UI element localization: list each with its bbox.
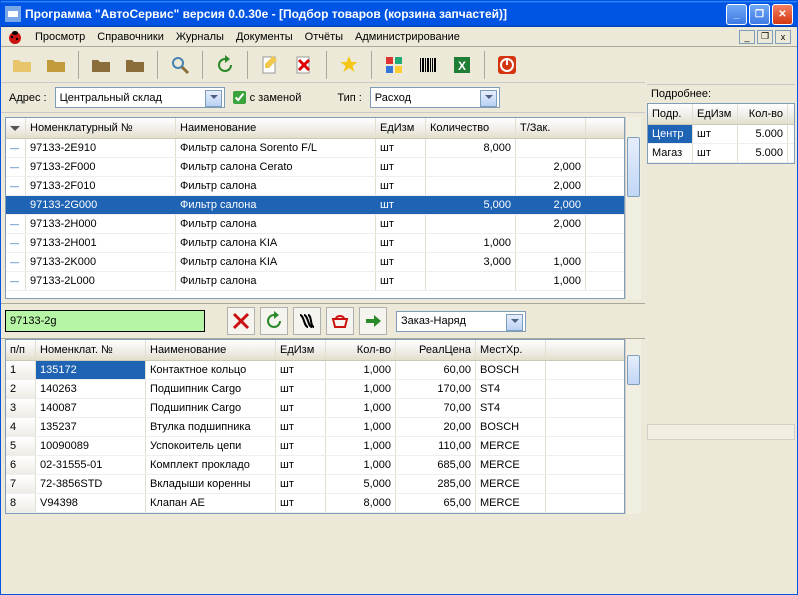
upper-scrollbar[interactable]	[625, 117, 641, 299]
close-button[interactable]: ✕	[772, 4, 793, 25]
search-input[interactable]	[5, 310, 205, 332]
table-row[interactable]: — 97133-2F000 Фильтр салона Cerato шт 2,…	[6, 158, 624, 177]
table-row[interactable]: 1 135172 Контактное кольцо шт 1,000 60,0…	[6, 361, 624, 380]
table-row[interactable]: — 97133-2L000 Фильтр салона шт 1,000	[6, 272, 624, 291]
power-button[interactable]	[492, 50, 522, 80]
doc-delete-button[interactable]	[289, 50, 319, 80]
mdi-restore-button[interactable]: ❐	[757, 30, 773, 44]
table-row[interactable]: Магаз шт 5.000	[648, 144, 794, 163]
zebra-button[interactable]	[293, 307, 321, 335]
table-row[interactable]: 7 72-3856STD Вкладыши коренны шт 5,000 2…	[6, 475, 624, 494]
menu-Справочники[interactable]: Справочники	[91, 29, 170, 45]
sort-icon	[10, 123, 20, 133]
menu-Администрирование[interactable]: Администрирование	[349, 29, 466, 45]
table-row[interactable]: 4 135237 Втулка подшипника шт 1,000 20,0…	[6, 418, 624, 437]
table-row[interactable]: 5 10090089 Успокоитель цепи шт 1,000 110…	[6, 437, 624, 456]
forward-button[interactable]	[359, 307, 387, 335]
cube-button[interactable]	[379, 50, 409, 80]
details-hscrollbar[interactable]	[647, 424, 795, 440]
details-title: Подробнее:	[647, 85, 795, 103]
table-row[interactable]: 2 140263 Подшипник Cargo шт 1,000 170,00…	[6, 380, 624, 399]
titlebar[interactable]: Программа "АвтоСервис" версия 0.0.30e - …	[1, 1, 797, 27]
refresh-button[interactable]	[210, 50, 240, 80]
ladybug-icon	[7, 29, 23, 45]
row-indicator-icon: —	[10, 143, 19, 153]
table-row[interactable]: — 97133-2H000 Фильтр салона шт 2,000	[6, 215, 624, 234]
menu-Просмотр[interactable]: Просмотр	[29, 29, 91, 45]
folder4-button[interactable]	[120, 50, 150, 80]
mdi-close-button[interactable]: x	[775, 30, 791, 44]
row-indicator-icon: —	[10, 257, 19, 267]
address-combo[interactable]: Центральный склад	[55, 87, 225, 108]
lower-grid[interactable]: п/п Номенклат. № Наименование ЕдИзм Кол-…	[5, 339, 625, 514]
favorite-button[interactable]	[334, 50, 364, 80]
search-button[interactable]	[165, 50, 195, 80]
type-label: Тип :	[337, 92, 361, 104]
delete-button[interactable]	[227, 307, 255, 335]
main-window: Программа "АвтоСервис" версия 0.0.30e - …	[0, 0, 798, 595]
details-grid[interactable]: Подр. ЕдИзм Кол-во Центр шт 5.000Магаз ш…	[647, 103, 795, 164]
lower-grid-header: п/п Номенклат. № Наименование ЕдИзм Кол-…	[6, 340, 624, 361]
table-row[interactable]: — 97133-2E910 Фильтр салона Sorento F/L …	[6, 139, 624, 158]
row-indicator-icon: —	[10, 238, 19, 248]
app-icon	[5, 6, 21, 22]
open-button[interactable]	[7, 50, 37, 80]
table-row[interactable]: — 97133-2K000 Фильтр салона KIA шт 3,000…	[6, 253, 624, 272]
search-row: Заказ-Наряд	[1, 303, 645, 339]
maximize-button[interactable]: ❐	[749, 4, 770, 25]
table-row[interactable]: 8 V94398 Клапан AE шт 8,000 65,00 MERCE	[6, 494, 624, 513]
table-row[interactable]: 6 02-31555-01 Комплект прокладо шт 1,000…	[6, 456, 624, 475]
toolbar: X	[1, 47, 645, 83]
mdi-minimize-button[interactable]: _	[739, 30, 755, 44]
lower-scrollbar[interactable]	[625, 339, 641, 514]
row-indicator-icon: —	[10, 181, 19, 191]
type-combo[interactable]: Расход	[370, 87, 500, 108]
window-title: Программа "АвтоСервис" версия 0.0.30e - …	[25, 7, 726, 21]
row-indicator-icon: —	[10, 162, 19, 172]
refresh2-button[interactable]	[260, 307, 288, 335]
doc-edit-button[interactable]	[255, 50, 285, 80]
basket-button[interactable]	[326, 307, 354, 335]
right-pane: Подробнее: Подр. ЕдИзм Кол-во Центр шт 5…	[645, 47, 797, 518]
row-indicator-icon: —	[10, 276, 19, 286]
menu-Документы[interactable]: Документы	[230, 29, 299, 45]
folder3-button[interactable]	[86, 50, 116, 80]
table-row[interactable]: Центр шт 5.000	[648, 125, 794, 144]
minimize-button[interactable]: _	[726, 4, 747, 25]
replace-checkbox[interactable]: с заменой	[233, 91, 302, 104]
order-combo[interactable]: Заказ-Наряд	[396, 311, 526, 332]
row-indicator-icon: —	[10, 219, 19, 229]
folder-button[interactable]	[41, 50, 71, 80]
barcode-button[interactable]	[413, 50, 443, 80]
table-row[interactable]: — 97133-2H001 Фильтр салона KIA шт 1,000	[6, 234, 624, 253]
table-row[interactable]: 3 140087 Подшипник Cargo шт 1,000 70,00 …	[6, 399, 624, 418]
address-label: Адрес :	[9, 92, 47, 104]
table-row[interactable]: ▶ 97133-2G000 Фильтр салона шт 5,000 2,0…	[6, 196, 624, 215]
menu-Отчёты[interactable]: Отчёты	[299, 29, 349, 45]
svg-text:X: X	[458, 59, 466, 73]
upper-grid[interactable]: Номенклатурный № Наименование ЕдИзм Коли…	[5, 117, 625, 299]
excel-button[interactable]: X	[447, 50, 477, 80]
menubar: ПросмотрСправочникиЖурналыДокументыОтчёт…	[1, 27, 797, 47]
table-row[interactable]: — 97133-2F010 Фильтр салона шт 2,000	[6, 177, 624, 196]
row-indicator-icon: ▶	[10, 200, 17, 211]
address-row: Адрес : Центральный склад с заменой Тип …	[1, 83, 645, 113]
upper-grid-header: Номенклатурный № Наименование ЕдИзм Коли…	[6, 118, 624, 139]
menu-Журналы[interactable]: Журналы	[170, 29, 230, 45]
